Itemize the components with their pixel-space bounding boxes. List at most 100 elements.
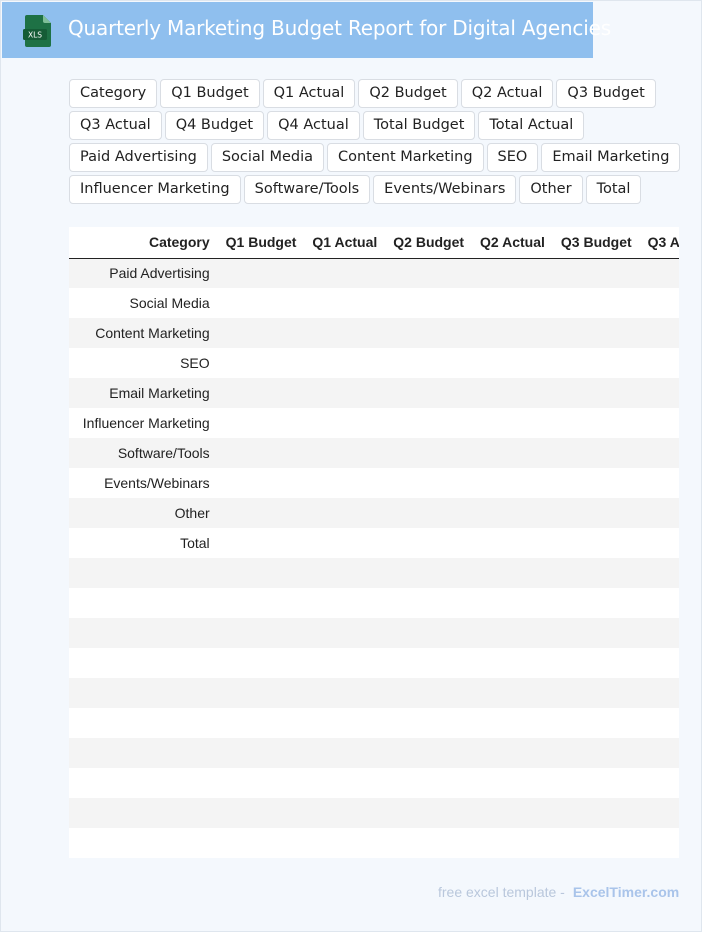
category-cell <box>72 708 216 738</box>
value-cell <box>302 588 384 618</box>
column-chip[interactable]: Email Marketing <box>541 143 681 172</box>
table-row: 0 <box>69 558 679 588</box>
category-cell: Content Marketing <box>72 318 216 348</box>
value-cell <box>637 588 679 618</box>
value-cell <box>383 288 471 318</box>
value-cell <box>550 408 638 438</box>
column-chip[interactable]: Q3 Actual <box>69 111 162 140</box>
value-cell <box>637 558 679 588</box>
column-header[interactable]: Q2 Budget <box>383 227 471 259</box>
column-header[interactable]: Q1 Actual <box>302 227 384 259</box>
value-cell <box>637 678 679 708</box>
column-chip[interactable]: Other <box>519 175 583 204</box>
table-header-row: Category Q1 Budget Q1 Actual Q2 Budget Q2 Ac… <box>69 227 679 259</box>
column-chip[interactable]: Total Actual <box>478 111 585 140</box>
value-cell <box>550 528 638 558</box>
value-cell <box>215 348 303 378</box>
table-row: 5Influencer Marketing <box>69 408 679 438</box>
value-cell <box>550 588 638 618</box>
value-cell <box>215 408 303 438</box>
column-header[interactable]: Q3 Budget <box>550 227 638 259</box>
table-row: 5 <box>69 708 679 738</box>
value-cell <box>302 708 384 738</box>
value-cell <box>637 708 679 738</box>
value-cell <box>470 618 551 648</box>
value-cell <box>550 498 638 528</box>
value-cell <box>215 828 303 858</box>
table-row: 9Total <box>69 528 679 558</box>
value-cell <box>215 378 303 408</box>
value-cell <box>637 768 679 798</box>
column-chip[interactable]: Q3 Budget <box>556 79 656 108</box>
value-cell <box>470 708 551 738</box>
value-cell <box>302 678 384 708</box>
column-header[interactable]: Q2 Actual <box>470 227 551 259</box>
value-cell <box>383 708 471 738</box>
category-cell: Total <box>72 528 216 558</box>
column-chip[interactable]: Total Budget <box>362 111 476 140</box>
column-chip[interactable]: Social Media <box>210 143 324 172</box>
value-cell <box>302 528 384 558</box>
column-chip[interactable]: Category <box>69 79 158 108</box>
column-chip[interactable]: Q1 Actual <box>262 79 356 108</box>
value-cell <box>470 558 551 588</box>
value-cell <box>550 348 638 378</box>
category-cell: Other <box>72 498 216 528</box>
value-cell <box>302 408 384 438</box>
column-chip[interactable]: Content Marketing <box>327 143 484 172</box>
value-cell <box>470 348 551 378</box>
value-cell <box>550 738 638 768</box>
value-cell <box>550 378 638 408</box>
value-cell <box>470 738 551 768</box>
category-cell: Events/Webinars <box>72 468 216 498</box>
svg-text:XLS: XLS <box>28 31 42 40</box>
value-cell <box>383 258 471 288</box>
data-table: Category Q1 Budget Q1 Actual Q2 Budget Q2 Ac… <box>69 227 679 858</box>
value-cell <box>470 378 551 408</box>
value-cell <box>215 708 303 738</box>
value-cell <box>637 648 679 678</box>
table-row: 9 <box>69 828 679 858</box>
table-row: 3SEO <box>69 348 679 378</box>
value-cell <box>550 468 638 498</box>
column-chip[interactable]: Q1 Budget <box>160 79 260 108</box>
column-chip[interactable]: Software/Tools <box>243 175 371 204</box>
table-row: 0Paid Advertising <box>69 258 679 288</box>
column-chip[interactable]: Paid Advertising <box>69 143 208 172</box>
column-chip[interactable]: Total <box>585 175 642 204</box>
table-row: 6Software/Tools <box>69 438 679 468</box>
excel-file-icon: XLS <box>23 15 51 47</box>
column-chip-list: Category Q1 Budget Q1 Actual Q2 Budget Q2 Ac… <box>69 79 702 204</box>
value-cell <box>550 288 638 318</box>
table-row: 7Events/Webinars <box>69 468 679 498</box>
column-header[interactable]: Q1 Budget <box>215 227 303 259</box>
value-cell <box>215 528 303 558</box>
data-table-viewport[interactable]: Category Q1 Budget Q1 Actual Q2 Budget Q2 Ac… <box>69 227 679 858</box>
footer: free excel template - ExcelTimer.com <box>438 884 679 900</box>
category-cell <box>72 558 216 588</box>
value-cell <box>383 378 471 408</box>
value-cell <box>383 678 471 708</box>
column-chip[interactable]: Q2 Budget <box>358 79 458 108</box>
column-chip[interactable]: Q2 Actual <box>460 79 554 108</box>
value-cell <box>637 498 679 528</box>
column-chip[interactable]: SEO <box>486 143 539 172</box>
footer-brand-link[interactable]: ExcelTimer.com <box>573 884 679 900</box>
value-cell <box>383 738 471 768</box>
value-cell <box>383 588 471 618</box>
column-chip[interactable]: Events/Webinars <box>373 175 517 204</box>
value-cell <box>383 318 471 348</box>
column-chip[interactable]: Q4 Budget <box>164 111 265 140</box>
value-cell <box>637 318 679 348</box>
column-header[interactable]: Category <box>72 227 216 259</box>
column-header[interactable]: Q3 Actual <box>637 227 679 259</box>
column-chip[interactable]: Q4 Actual <box>267 111 360 140</box>
value-cell <box>215 798 303 828</box>
value-cell <box>383 348 471 378</box>
category-cell: SEO <box>72 348 216 378</box>
table-row: 7 <box>69 768 679 798</box>
category-cell: Email Marketing <box>72 378 216 408</box>
value-cell <box>383 558 471 588</box>
column-chip[interactable]: Influencer Marketing <box>69 175 241 204</box>
footer-text: free excel template - <box>438 884 565 900</box>
